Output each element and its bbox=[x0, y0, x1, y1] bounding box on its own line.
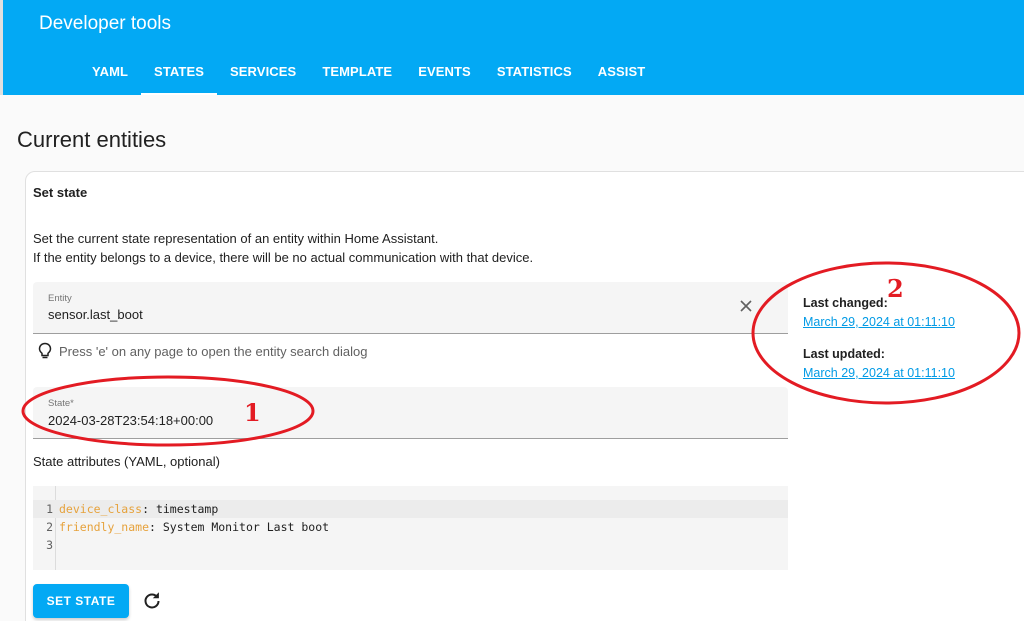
annotation-number-1: 1 bbox=[244, 398, 261, 427]
tab-bar: YAML STATES SERVICES TEMPLATE EVENTS STA… bbox=[79, 56, 658, 95]
description-line-2: If the entity belongs to a device, there… bbox=[33, 249, 534, 265]
yaml-separator: : bbox=[142, 502, 156, 516]
state-field-label: State* bbox=[48, 398, 74, 409]
yaml-value: timestamp bbox=[155, 502, 219, 516]
yaml-value: System Monitor Last boot bbox=[162, 520, 330, 534]
state-field[interactable]: State* 2024-03-28T23:54:18+00:00 bbox=[33, 387, 788, 439]
yaml-separator: : bbox=[149, 520, 163, 534]
entity-field[interactable]: Entity sensor.last_boot bbox=[33, 282, 788, 334]
tab-events[interactable]: EVENTS bbox=[405, 56, 484, 95]
last-updated-link[interactable]: March 29, 2024 at 01:11:10 bbox=[803, 366, 955, 380]
line-number: 3 bbox=[46, 538, 53, 552]
tab-yaml[interactable]: YAML bbox=[79, 56, 141, 95]
close-icon[interactable] bbox=[738, 298, 754, 314]
card-title: Set state bbox=[33, 185, 88, 200]
line-number: 1 bbox=[46, 502, 53, 516]
top-app-bar: Developer tools YAML STATES SERVICES TEM… bbox=[0, 0, 1024, 95]
last-changed-label: Last changed: bbox=[803, 296, 888, 310]
state-field-value[interactable]: 2024-03-28T23:54:18+00:00 bbox=[48, 413, 213, 428]
description: Set the current state representation of … bbox=[33, 230, 533, 267]
entity-field-label: Entity bbox=[48, 293, 72, 304]
entity-search-hint: Press 'e' on any page to open the entity… bbox=[37, 342, 368, 360]
hint-text: Press 'e' on any page to open the entity… bbox=[59, 343, 368, 359]
entity-field-value[interactable]: sensor.last_boot bbox=[48, 307, 143, 322]
description-line-1: Set the current state representation of … bbox=[33, 231, 439, 246]
tab-template[interactable]: TEMPLATE bbox=[309, 56, 405, 95]
last-updated-label: Last updated: bbox=[803, 347, 885, 361]
refresh-icon[interactable] bbox=[142, 591, 162, 611]
yaml-editor[interactable]: 1 device_class: timestamp 2 friendly_nam… bbox=[33, 486, 788, 570]
set-state-button[interactable]: SET STATE bbox=[33, 584, 129, 618]
code-line: 1 device_class: timestamp bbox=[33, 500, 788, 518]
tab-statistics[interactable]: STATISTICS bbox=[484, 56, 585, 95]
tab-assist[interactable]: ASSIST bbox=[585, 56, 659, 95]
code-line: 3 bbox=[33, 536, 788, 554]
page-title: Current entities bbox=[17, 127, 167, 152]
tab-states[interactable]: STATES bbox=[141, 56, 217, 95]
annotation-number-2: 2 bbox=[887, 274, 904, 303]
tab-services[interactable]: SERVICES bbox=[217, 56, 309, 95]
lightbulb-icon bbox=[38, 342, 52, 359]
app-title: Developer tools bbox=[39, 13, 172, 34]
yaml-key: friendly_name bbox=[59, 520, 150, 534]
code-line: 2 friendly_name: System Monitor Last boo… bbox=[33, 518, 788, 536]
line-number: 2 bbox=[46, 520, 53, 534]
state-attributes-label: State attributes (YAML, optional) bbox=[33, 454, 220, 469]
yaml-key: device_class bbox=[59, 502, 143, 516]
last-changed-link[interactable]: March 29, 2024 at 01:11:10 bbox=[803, 315, 955, 329]
